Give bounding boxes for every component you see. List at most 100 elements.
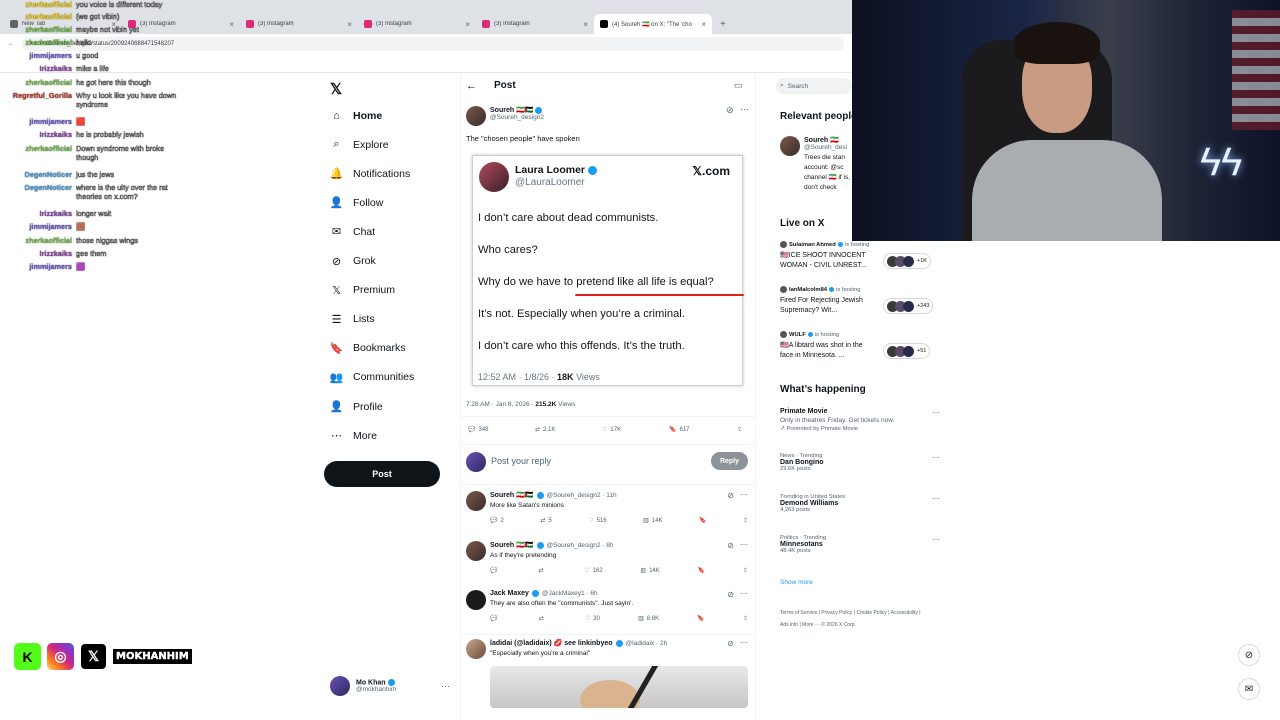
- more-options-icon[interactable]: ⋯: [932, 408, 940, 417]
- grok-fab-icon[interactable]: ⊘: [1238, 644, 1260, 666]
- browser-tab-3[interactable]: (3) Instagram ×: [358, 14, 476, 34]
- nav-more[interactable]: ⋯ More: [330, 429, 377, 443]
- reply-author[interactable]: ladidai (@ladidaix) 💋 see linkinbyeo: [490, 639, 613, 647]
- close-tab-icon[interactable]: ×: [583, 20, 588, 29]
- more-options-icon[interactable]: ⋯: [932, 535, 940, 544]
- grok-icon[interactable]: ⊘: [727, 541, 734, 550]
- reply-item[interactable]: ladidai (@ladidaix) 💋 see linkinbyeo @lad…: [466, 638, 750, 659]
- close-tab-icon[interactable]: ×: [701, 20, 706, 29]
- close-tab-icon[interactable]: ×: [347, 20, 352, 29]
- nav-profile[interactable]: 👤 Profile: [330, 400, 383, 414]
- nav-explore[interactable]: ⌕ Explore: [330, 138, 388, 151]
- more-options-icon[interactable]: ⋯: [740, 638, 748, 647]
- repost-action[interactable]: ⇄: [538, 567, 546, 574]
- reply-media[interactable]: [490, 666, 748, 708]
- browser-tab-1[interactable]: (3) Instagram ×: [122, 14, 240, 34]
- more-options-icon[interactable]: ⋯: [932, 453, 940, 462]
- reply-action[interactable]: 💬 2: [490, 517, 504, 525]
- more-options-icon[interactable]: ⋯: [441, 681, 450, 692]
- reply-author[interactable]: Soureh 🇮🇷🇵🇸: [490, 491, 534, 499]
- live-item[interactable]: Sulaiman Ahmed is hosting 🇺🇸ICE SHOOT INNO…: [780, 241, 940, 271]
- url-field[interactable]: x.com/Soureh_design2/status/200924068847…: [22, 37, 844, 51]
- nav-home[interactable]: ⌂ Home: [330, 109, 382, 122]
- share-icon[interactable]: ⇪: [743, 615, 748, 622]
- post-image[interactable]: Laura Loomer @LauraLoomer 𝕏.com I don’t …: [472, 155, 744, 386]
- more-options-icon[interactable]: ⋯: [740, 490, 748, 499]
- repost-action[interactable]: ⇄: [539, 615, 547, 622]
- account-switcher[interactable]: Mo Khan @mokhanhim ⋯: [330, 674, 450, 698]
- reply-author[interactable]: Soureh 🇮🇷🇵🇸: [490, 541, 534, 549]
- reply-action[interactable]: 💬 348: [468, 426, 489, 434]
- repost-action[interactable]: ⇄ 2.1K: [535, 426, 555, 434]
- bookmark-icon[interactable]: 🔖: [697, 615, 704, 622]
- nav-grok[interactable]: ⊘ Grok: [330, 255, 376, 268]
- reply-action[interactable]: 💬: [490, 615, 500, 622]
- reply-author[interactable]: Jack Maxey: [490, 590, 529, 597]
- views-action[interactable]: ▥ 14K: [643, 517, 662, 525]
- bookmark-action[interactable]: 🔖 617: [669, 426, 690, 434]
- close-tab-icon[interactable]: ×: [465, 20, 470, 29]
- footer-link[interactable]: Accessibility: [891, 610, 918, 616]
- reply-input[interactable]: Post your reply: [491, 456, 551, 466]
- nav-chat[interactable]: ✉ Chat: [330, 225, 375, 239]
- search-input[interactable]: ⌕ Search: [776, 78, 852, 94]
- x-logo-icon[interactable]: 𝕏: [330, 80, 342, 98]
- reply-action[interactable]: 💬: [490, 567, 500, 574]
- back-arrow-icon[interactable]: ←: [466, 80, 477, 92]
- share-icon[interactable]: ⇪: [743, 517, 748, 524]
- nav-bookmarks[interactable]: 🔖 Bookmarks: [330, 342, 406, 355]
- views-action[interactable]: ▥ 14K: [640, 567, 659, 575]
- more-options-icon[interactable]: ⋯: [932, 494, 940, 503]
- trend-item[interactable]: Trending in United States Demond William…: [780, 494, 940, 513]
- grok-icon[interactable]: ⊘: [726, 105, 734, 116]
- nav-notifications[interactable]: 🔔 Notifications: [330, 167, 411, 181]
- relevant-avatar[interactable]: [780, 136, 800, 156]
- grok-icon[interactable]: ⊘: [727, 491, 734, 500]
- post-timestamp[interactable]: 7:28 AM · Jan 8, 2026 ·: [466, 401, 535, 408]
- post-button[interactable]: Post: [324, 461, 440, 487]
- footer-link[interactable]: Terms of Service: [780, 610, 817, 616]
- like-action[interactable]: ♡ 30: [585, 615, 600, 623]
- relevant-name[interactable]: Soureh 🇮🇷: [804, 136, 852, 144]
- bookmark-icon[interactable]: 🔖: [698, 567, 705, 574]
- nav-lists[interactable]: ☰ Lists: [330, 313, 375, 326]
- browser-tab-2[interactable]: (3) Instagram ×: [240, 14, 358, 34]
- reply-item[interactable]: Soureh 🇮🇷🇵🇸 @Soureh_design2 · 11h More li…: [466, 490, 750, 525]
- post-author-handle[interactable]: @Soureh_design2: [490, 114, 544, 121]
- reader-icon[interactable]: ▭: [734, 80, 743, 91]
- bookmark-icon[interactable]: 🔖: [699, 517, 706, 524]
- views-action[interactable]: ▥ 8.8K: [638, 615, 659, 623]
- live-item[interactable]: IanMalcolm84 is hosting Fired For Rejectin…: [780, 286, 940, 316]
- footer-link[interactable]: Privacy Policy: [821, 610, 852, 616]
- more-options-icon[interactable]: ⋯: [740, 540, 748, 549]
- nav-follow[interactable]: 👤 Follow: [330, 196, 384, 210]
- share-action[interactable]: ⇪: [737, 426, 742, 433]
- grok-icon[interactable]: ⊘: [727, 590, 734, 599]
- footer-link[interactable]: Cookie Policy: [857, 610, 887, 616]
- grok-icon[interactable]: ⊘: [727, 639, 734, 648]
- like-action[interactable]: ♡ 162: [584, 567, 602, 575]
- nav-communities[interactable]: 👥 Communities: [330, 371, 415, 384]
- new-tab-icon[interactable]: +: [712, 19, 734, 34]
- browser-tab-4[interactable]: (3) Instagram ×: [476, 14, 594, 34]
- nav-premium[interactable]: 𝕏 Premium: [330, 284, 395, 297]
- messages-fab-icon[interactable]: ✉: [1238, 678, 1260, 700]
- share-icon[interactable]: ⇪: [743, 567, 748, 574]
- footer-link[interactable]: More ···: [802, 622, 820, 628]
- repost-action[interactable]: ⇄ 5: [540, 517, 551, 525]
- reply-button[interactable]: Reply: [711, 452, 748, 470]
- post-author-name[interactable]: Soureh 🇮🇷🇵🇸: [490, 107, 534, 114]
- like-action[interactable]: ♡ 516: [588, 517, 606, 525]
- more-options-icon[interactable]: ⋯: [740, 104, 749, 115]
- trend-item[interactable]: Primate Movie Only in theatres Friday. G…: [780, 408, 940, 432]
- trend-item[interactable]: Politics · Trending Minnesotans 48.4K po…: [780, 535, 940, 554]
- close-tab-icon[interactable]: ×: [229, 20, 234, 29]
- more-options-icon[interactable]: ⋯: [740, 589, 748, 598]
- footer-link[interactable]: Ads info: [780, 622, 798, 628]
- show-more-link[interactable]: Show more: [780, 579, 813, 586]
- trend-item[interactable]: News · Trending Dan Bongino 29.6K posts …: [780, 453, 940, 472]
- reply-item[interactable]: Soureh 🇮🇷🇵🇸 @Soureh_design2 · 8h As if th…: [466, 540, 750, 575]
- browser-tab-5[interactable]: (4) Soureh 🇮🇷 on X: "The 'cho ×: [594, 14, 712, 34]
- live-item[interactable]: WULF is hosting 🇺🇸A libtard was shot in th…: [780, 331, 940, 361]
- like-action[interactable]: ♡ 17K: [602, 426, 621, 434]
